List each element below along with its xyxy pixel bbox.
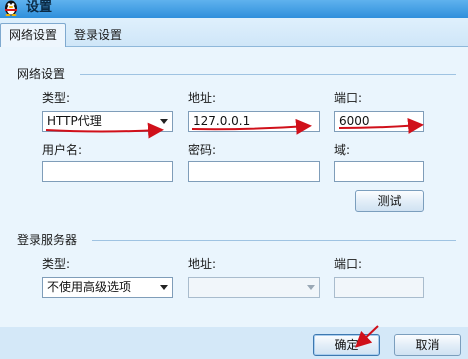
qq-penguin-icon [5, 0, 17, 16]
cancel-button[interactable]: 取消 [394, 334, 461, 356]
proxy-port-input[interactable]: 6000 [334, 111, 424, 132]
test-button[interactable]: 测试 [355, 190, 424, 212]
tab-network-settings[interactable]: 网络设置 [0, 23, 66, 48]
window-title: 设置 [26, 0, 53, 15]
proxy-type-label: 类型: [42, 91, 71, 105]
password-label: 密码: [188, 143, 217, 157]
domain-input[interactable] [334, 161, 424, 182]
server-address-select [188, 277, 320, 298]
login-server-group-title: 登录服务器 [17, 233, 78, 247]
ok-button[interactable]: 确定 [313, 334, 380, 356]
network-settings-group-title: 网络设置 [17, 67, 66, 81]
proxy-type-select[interactable]: HTTP代理 [42, 111, 173, 132]
tab-strip: 网络设置 登录设置 [0, 18, 468, 48]
tab-login-settings[interactable]: 登录设置 [66, 24, 138, 47]
server-type-select[interactable]: 不使用高级选项 [42, 277, 173, 298]
proxy-type-value: HTTP代理 [47, 114, 102, 128]
settings-panel: 网络设置 类型: 地址: 端口: HTTP代理 127.0.0.1 6000 用… [0, 47, 468, 327]
server-port-input [334, 277, 424, 298]
server-type-value: 不使用高级选项 [47, 280, 132, 294]
password-input[interactable] [188, 161, 320, 182]
dropdown-arrow-icon[interactable] [160, 285, 168, 290]
title-bar: 设置 [0, 0, 468, 18]
dropdown-arrow-icon [307, 285, 315, 290]
login-server-divider [92, 240, 456, 241]
domain-label: 域: [334, 143, 351, 157]
network-settings-divider [80, 74, 456, 75]
username-input[interactable] [42, 161, 173, 182]
proxy-port-label: 端口: [334, 91, 363, 105]
dropdown-arrow-icon[interactable] [160, 119, 168, 124]
server-address-label: 地址: [188, 257, 217, 271]
server-type-label: 类型: [42, 257, 71, 271]
username-label: 用户名: [42, 143, 83, 157]
proxy-address-input[interactable]: 127.0.0.1 [188, 111, 320, 132]
proxy-address-label: 地址: [188, 91, 217, 105]
dialog-footer: 确定 取消 [0, 327, 468, 359]
server-port-label: 端口: [334, 257, 363, 271]
